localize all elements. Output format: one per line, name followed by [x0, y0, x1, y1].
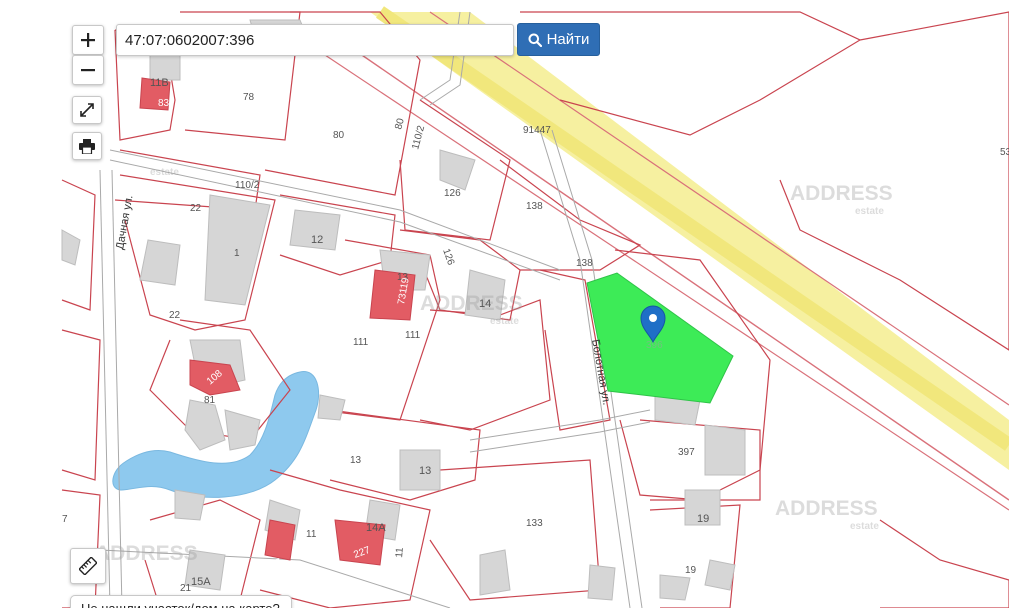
parcel-label: 1 — [234, 248, 240, 259]
parcel-label: 133 — [526, 518, 543, 529]
watermark-brand: ADDRESS — [790, 182, 893, 205]
watermark-brand: ADDRESS — [95, 542, 198, 565]
zoom-in-button[interactable] — [72, 25, 104, 55]
parcel-label: 110/2 — [235, 180, 260, 191]
parcel-label: 111 — [405, 330, 421, 341]
parcel-label: 12 — [311, 234, 323, 246]
parcel-label: 138 — [576, 258, 593, 269]
parcel-label: 91447 — [523, 125, 551, 136]
parcel-label: 81 — [204, 395, 216, 406]
parcel-label: 126 — [440, 247, 456, 267]
watermark-brand: ADDRESS — [775, 497, 878, 520]
parcel-label: 53 — [1000, 147, 1009, 158]
fullscreen-button[interactable] — [72, 96, 102, 124]
parcel-label: 11В — [150, 77, 169, 89]
parcel-label: 21 — [180, 583, 192, 594]
parcel-label: 110/2 — [410, 124, 427, 151]
parcel-label: 11 — [394, 547, 406, 559]
print-button[interactable] — [72, 132, 102, 160]
parcel-label: 111 — [353, 337, 369, 348]
watermark-sub: estate — [855, 206, 884, 217]
parcel-label: 11 — [306, 529, 317, 540]
map-canvas[interactable]: ADDRESS estate ADDRESS estate ADDRESS es… — [0, 0, 1009, 608]
parcel-label: 14 — [479, 298, 491, 310]
parcel-label: 13 — [350, 455, 362, 466]
watermark-sub: estate — [150, 167, 179, 178]
parcel-label: 138 — [526, 201, 543, 212]
parcel-label: 397 — [678, 447, 695, 458]
find-button-label: Найти — [546, 31, 590, 48]
parcel-label: 19 — [685, 565, 697, 576]
expand-icon — [80, 103, 94, 117]
map-left-margin — [0, 0, 62, 608]
cadastral-number-input[interactable] — [116, 24, 514, 56]
parcel-label: 22 — [169, 310, 181, 321]
parcel-label: 83 — [158, 98, 170, 109]
plus-icon — [81, 33, 95, 47]
street-label-dachnaya: Дачная ул. — [114, 194, 135, 250]
parcel-label: 22 — [190, 203, 202, 214]
parcel-label: 7 — [62, 514, 68, 525]
minus-icon — [81, 69, 95, 72]
parcel-label: 78 — [243, 92, 255, 103]
cadastral-map[interactable]: ADDRESS estate ADDRESS estate ADDRESS es… — [0, 0, 1009, 608]
parcel-label: 80 — [333, 130, 345, 141]
ruler-icon — [79, 557, 97, 575]
parcel-label: 13 — [419, 465, 431, 477]
ruler-button[interactable] — [70, 548, 106, 584]
watermark-sub: estate — [490, 316, 519, 327]
watermark-sub: estate — [850, 521, 879, 532]
parcel-label: 19 — [697, 513, 709, 525]
search-bar — [116, 24, 514, 56]
zoom-out-button[interactable] — [72, 55, 104, 85]
watermark-brand: ADDRESS — [420, 292, 523, 315]
parcel-label: 126 — [444, 188, 461, 199]
not-found-link[interactable]: Не нашли участок/дом на карте? — [70, 595, 292, 608]
printer-icon — [79, 138, 95, 154]
parcel-label: 80 — [393, 117, 407, 131]
search-icon — [528, 33, 542, 47]
parcel-label: 15А — [191, 576, 211, 588]
parcel-label: 14А — [366, 522, 386, 534]
parcel-label: 396 — [646, 340, 663, 351]
street-labels: Дачная ул. Болотная ул. — [114, 194, 612, 406]
find-button[interactable]: Найти — [517, 23, 600, 56]
